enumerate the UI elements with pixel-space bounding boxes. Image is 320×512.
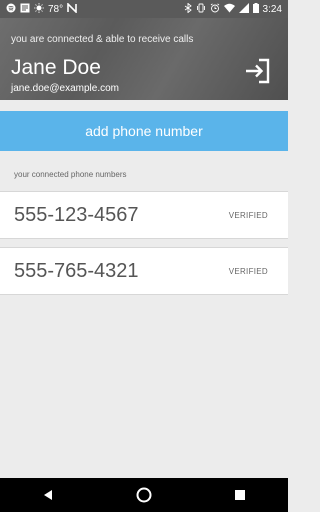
phone-list-item[interactable]: 555-123-4567 VERIFIED — [0, 191, 288, 239]
verified-status: VERIFIED — [228, 210, 268, 220]
temperature-icon — [34, 2, 44, 16]
n-icon — [67, 1, 77, 16]
alarm-icon — [210, 2, 220, 16]
user-email: jane.doe@example.com — [11, 83, 119, 94]
signal-icon — [238, 2, 249, 16]
wifi-icon — [223, 3, 235, 16]
status-bar: 78° 3:24 — [0, 0, 288, 18]
phone-list-item[interactable]: 555-765-4321 VERIFIED — [0, 247, 288, 295]
logout-button[interactable] — [240, 56, 274, 86]
temperature-text: 78° — [48, 3, 64, 15]
home-icon — [136, 487, 152, 503]
home-button[interactable] — [129, 480, 159, 510]
verified-status: VERIFIED — [228, 266, 268, 276]
phone-number: 555-765-4321 — [14, 259, 139, 282]
phone-number: 555-123-4567 — [14, 203, 139, 226]
section-title: your connected phone numbers — [14, 170, 127, 179]
bluetooth-icon — [184, 2, 192, 16]
vibrate-icon — [196, 3, 206, 16]
back-button[interactable] — [33, 480, 63, 510]
navigation-bar — [0, 478, 288, 512]
connection-status-text: you are connected & able to receive call… — [11, 34, 194, 45]
add-phone-number-button[interactable]: add phone number — [0, 111, 288, 151]
spotify-icon — [6, 3, 16, 16]
mail-icon — [20, 3, 30, 16]
user-name: Jane Doe — [11, 56, 101, 79]
account-header: you are connected & able to receive call… — [0, 18, 288, 100]
battery-icon — [252, 2, 259, 16]
clock-text: 3:24 — [262, 3, 282, 15]
logout-icon — [246, 58, 270, 84]
back-icon — [44, 490, 52, 500]
status-bar-right: 3:24 — [184, 2, 282, 16]
status-bar-left: 78° — [6, 1, 77, 16]
recents-icon — [235, 490, 245, 500]
recents-button[interactable] — [225, 480, 255, 510]
